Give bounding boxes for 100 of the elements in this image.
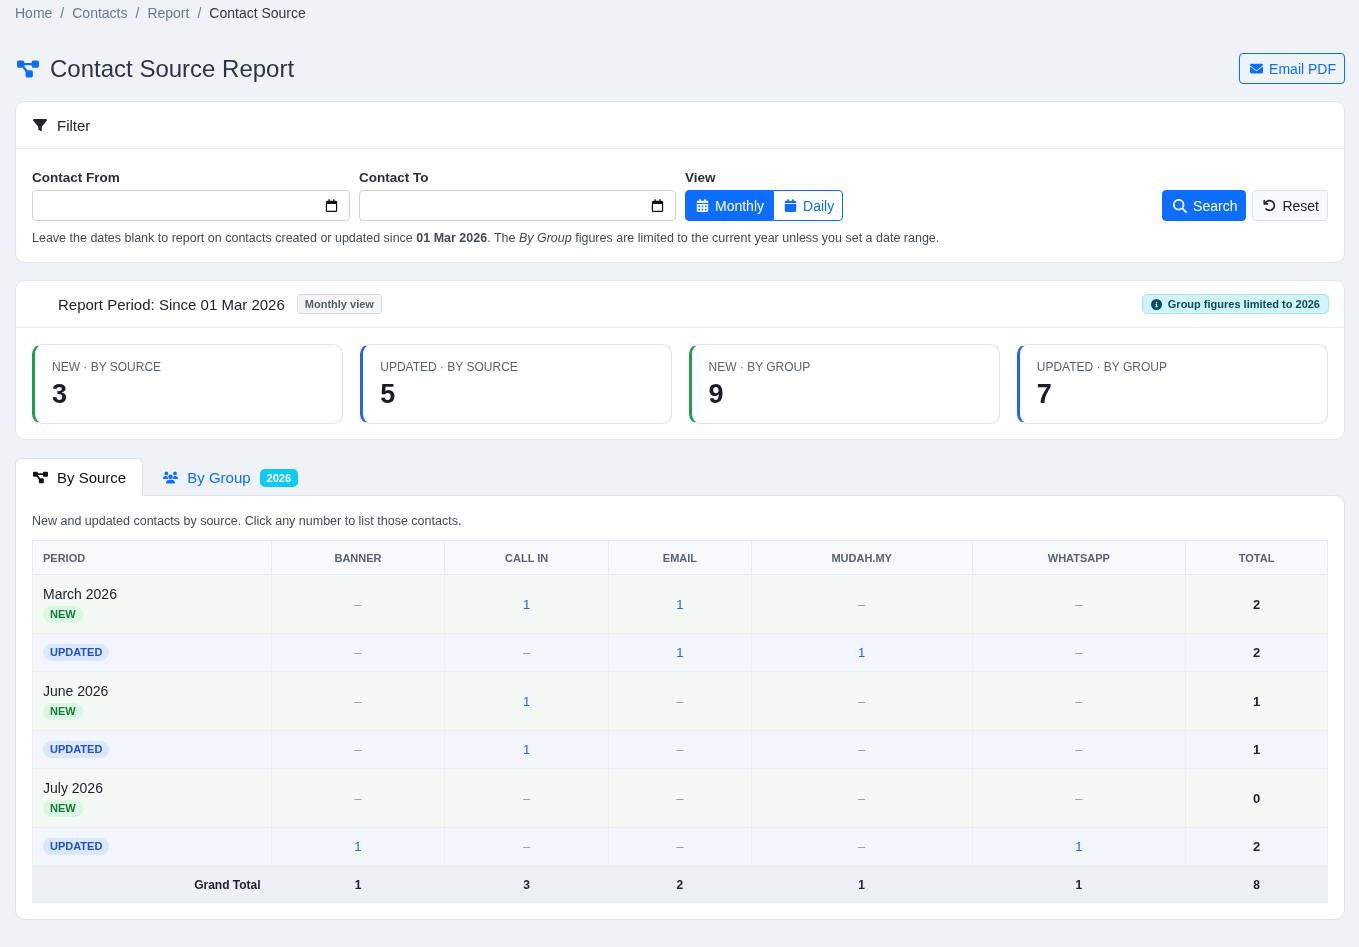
period-label: March 2026 [43, 585, 118, 603]
total-value: 1 [858, 877, 865, 892]
column-header: BANNER [271, 540, 445, 575]
empty-value: – [676, 693, 684, 709]
total-value: 0 [1252, 790, 1261, 806]
stat-value: 3 [52, 379, 69, 409]
total-value: 2 [1252, 645, 1261, 660]
stat-label: UPDATED · BY GROUP [1036, 359, 1168, 375]
calendar-icon [784, 199, 798, 212]
empty-value: – [354, 742, 362, 757]
total-value: 2 [676, 877, 684, 892]
total-value: 2 [1252, 839, 1261, 854]
status-tag: NEW [43, 703, 83, 720]
empty-value: – [1075, 596, 1083, 612]
total-value: 1 [354, 877, 362, 892]
current-page-text: Contact Source [209, 4, 306, 23]
empty-value: – [354, 645, 362, 660]
page-title: Contact Source Report [50, 54, 295, 84]
total-value: 1 [1075, 877, 1083, 892]
empty-value: – [354, 790, 362, 806]
users-icon [163, 470, 179, 485]
filter-title: Filter [57, 116, 91, 134]
column-header: PERIOD [32, 540, 272, 575]
search-button[interactable]: Search [1162, 190, 1247, 221]
empty-value: – [354, 693, 362, 709]
stat-value: 5 [380, 379, 397, 409]
report-period-title: Report Period: Since 01 Mar 2026 [58, 295, 285, 313]
empty-value: – [523, 645, 531, 660]
empty-value: – [858, 790, 866, 806]
empty-value: – [858, 596, 866, 612]
empty-value: – [858, 693, 866, 709]
notice-text: Group figures limited to 2026 [1167, 298, 1320, 310]
empty-value: – [354, 596, 362, 612]
table-caption: New and updated contacts by source. Click any number to list those contacts. [32, 513, 463, 530]
empty-value: – [858, 839, 866, 854]
reset-button[interactable]: Reset [1252, 190, 1328, 221]
year-badge: 2026 [259, 468, 299, 487]
email-pdf-button[interactable]: Email PDF [1239, 53, 1345, 84]
view-badge: Monthly view [296, 294, 382, 314]
count-link[interactable]: 1 [676, 645, 684, 660]
breadcrumb-separator: / [135, 4, 140, 23]
filter-icon [33, 118, 47, 132]
count-link[interactable]: 1 [523, 596, 531, 612]
status-tag: UPDATED [43, 741, 110, 758]
tab[interactable]: By Source [15, 458, 144, 496]
empty-value: – [676, 839, 684, 854]
empty-value: – [1075, 645, 1083, 660]
status-tag: NEW [43, 606, 83, 623]
breadcrumb-separator: / [60, 4, 65, 23]
empty-value: – [858, 742, 866, 757]
calendar-icon [325, 199, 338, 212]
search-icon [1173, 198, 1188, 213]
period-label: July 2026 [43, 779, 104, 797]
calendar-icon [696, 199, 709, 212]
field-label: Contact To [359, 169, 430, 186]
stat-label: UPDATED · BY SOURCE [380, 359, 519, 375]
count-link[interactable]: 1 [354, 839, 362, 854]
breadcrumb-link[interactable]: Contacts [72, 3, 128, 23]
filter-hint: Leave the dates blank to report on contacts created or updated since 01 Mar 2026. The By Group figures are limited to the current year unless you set a date range. [32, 230, 941, 247]
envelope-icon [1250, 62, 1264, 75]
view-toggle-button[interactable]: Monthly [685, 190, 774, 221]
view-toggle-button[interactable]: Daily [773, 190, 844, 221]
status-tag: UPDATED [43, 644, 110, 661]
count-link[interactable]: 1 [1075, 839, 1083, 854]
info-icon [1150, 298, 1162, 310]
total-value: 2 [1252, 596, 1261, 612]
breadcrumb-separator: / [197, 4, 202, 23]
stat-label: NEW · BY GROUP [708, 359, 812, 375]
total-value: 1 [1252, 693, 1261, 709]
diagram-icon [33, 470, 48, 485]
empty-value: – [1075, 693, 1083, 709]
period-label: June 2026 [43, 682, 110, 700]
count-link[interactable]: 1 [858, 645, 866, 660]
empty-value: – [523, 839, 531, 854]
stat-value: 7 [1036, 379, 1053, 409]
field-label: Contact From [32, 169, 121, 186]
total-value: 3 [523, 877, 531, 892]
field-label: View [685, 169, 717, 186]
empty-value: – [523, 790, 531, 806]
stat-label: NEW · BY SOURCE [52, 359, 163, 375]
date-field[interactable] [32, 190, 350, 221]
calendar-icon [651, 199, 664, 212]
column-header: WHATSAPP [972, 540, 1186, 575]
empty-value: – [676, 790, 684, 806]
grand-total-label: Grand Total [194, 877, 261, 892]
total-value: 1 [1252, 742, 1261, 757]
total-value: 8 [1253, 877, 1260, 892]
diagram-icon [17, 57, 39, 80]
count-link[interactable]: 1 [523, 742, 531, 757]
count-link[interactable]: 1 [523, 693, 531, 709]
empty-value: – [676, 742, 684, 757]
column-header: EMAIL [608, 540, 752, 575]
count-link[interactable]: 1 [676, 596, 684, 612]
column-header: CALL IN [444, 540, 609, 575]
status-tag: NEW [43, 800, 83, 817]
reset-icon [1263, 199, 1277, 212]
breadcrumb-link[interactable]: Home [15, 3, 53, 23]
date-field[interactable] [359, 190, 676, 221]
breadcrumb-link[interactable]: Report [147, 3, 190, 23]
column-header: TOTAL [1185, 540, 1328, 575]
